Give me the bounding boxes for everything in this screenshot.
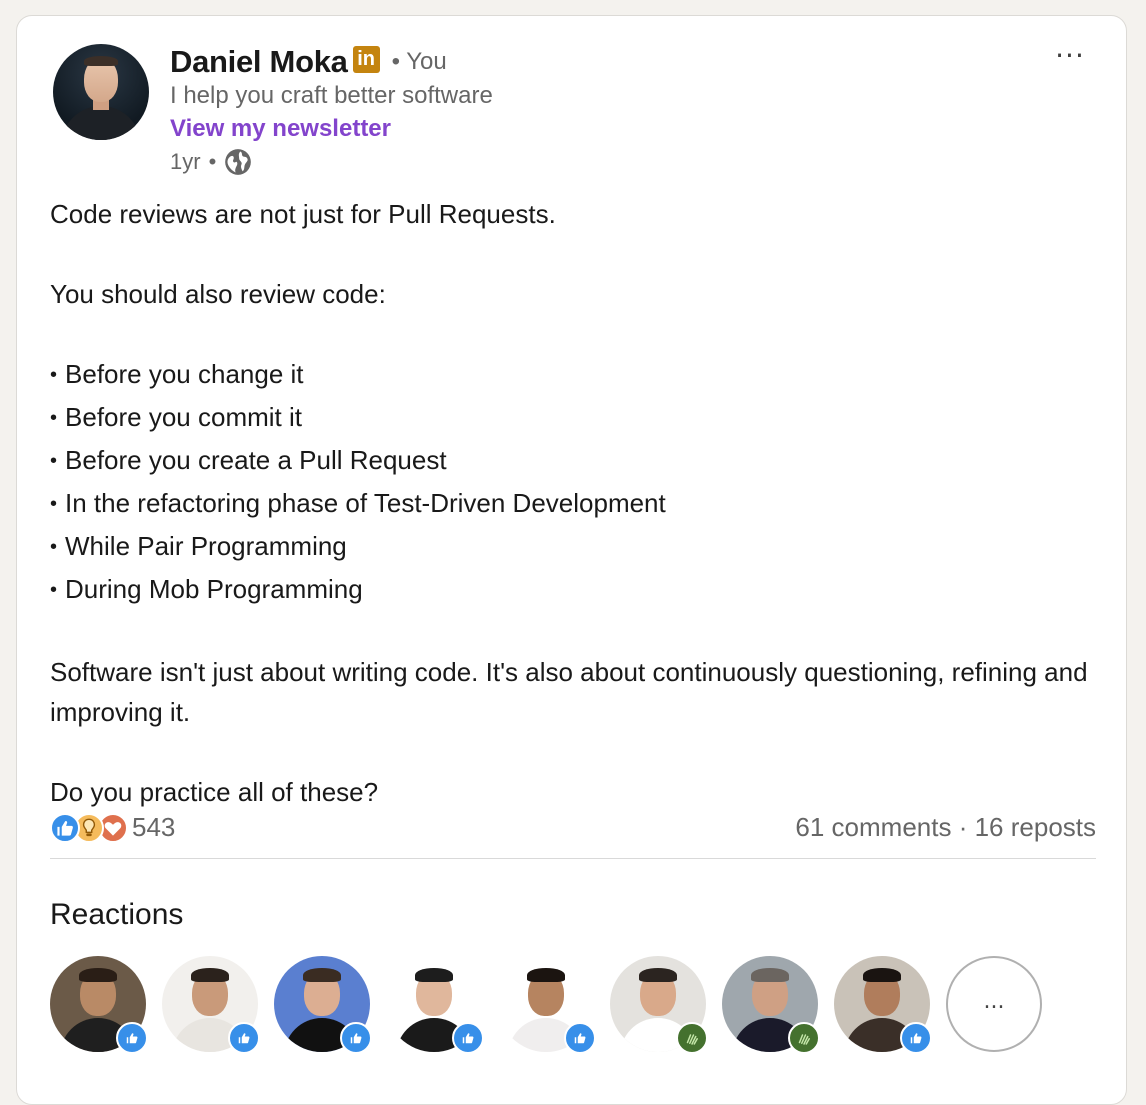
post-time: 1yr	[170, 149, 201, 174]
social-counts-bar: 543 61 comments · 16 reposts	[50, 808, 1096, 846]
list-item: Before you commit it	[50, 397, 1100, 440]
reactor-avatar[interactable]	[274, 956, 372, 1054]
like-badge-icon	[452, 1022, 484, 1054]
post-text: Code reviews are not just for Pull Reque…	[50, 194, 1100, 812]
comments-reposts: 61 comments · 16 reposts	[795, 812, 1096, 843]
reactor-avatar[interactable]	[386, 956, 484, 1054]
author-line: Daniel Moka in • You	[170, 42, 447, 82]
author-relation: • You	[391, 48, 447, 75]
list-item: Before you change it	[50, 354, 1100, 397]
social-separator: ·	[951, 811, 975, 842]
more-reactors-button[interactable]: ...	[946, 956, 1042, 1052]
post-bullet-list: Before you change it Before you commit i…	[50, 354, 1100, 612]
list-item: In the refactoring phase of Test-Driven …	[50, 483, 1100, 526]
comments-count-link[interactable]: 61 comments	[795, 812, 951, 842]
post-question: Do you practice all of these?	[50, 777, 379, 807]
reactions-count-button[interactable]: 543	[50, 812, 175, 843]
celebrate-badge-icon	[788, 1022, 820, 1054]
post-meta: 1yr •	[170, 148, 252, 176]
reactor-avatar[interactable]	[498, 956, 596, 1054]
divider	[50, 858, 1096, 859]
post-more-options-button[interactable]: ···	[1047, 38, 1093, 74]
list-item: During Mob Programming	[50, 569, 1100, 612]
like-icon	[50, 813, 80, 843]
view-newsletter-link[interactable]: View my newsletter	[170, 115, 391, 143]
post-intro: Code reviews are not just for Pull Reque…	[50, 199, 556, 229]
like-badge-icon	[564, 1022, 596, 1054]
author-avatar[interactable]	[53, 44, 149, 140]
post-conclusion: Software isn't just about writing code. …	[50, 657, 1088, 727]
linkedin-premium-icon: in	[352, 45, 380, 73]
list-item: Before you create a Pull Request	[50, 440, 1100, 483]
reactor-avatar[interactable]	[610, 956, 708, 1054]
reactor-avatar[interactable]	[162, 956, 260, 1054]
reactor-avatar[interactable]	[722, 956, 820, 1054]
list-item: While Pair Programming	[50, 526, 1100, 569]
post-card: Daniel Moka in • You I help you craft be…	[16, 15, 1127, 1105]
avatar-hair	[84, 56, 118, 66]
reactions-heading: Reactions	[50, 898, 184, 931]
globe-icon	[225, 149, 252, 175]
author-name[interactable]: Daniel Moka	[170, 44, 348, 80]
like-badge-icon	[900, 1022, 932, 1054]
celebrate-badge-icon	[676, 1022, 708, 1054]
reposts-count-link[interactable]: 16 reposts	[975, 812, 1096, 842]
author-headline: I help you craft better software	[170, 82, 493, 109]
like-badge-icon	[228, 1022, 260, 1054]
reactor-avatar[interactable]	[50, 956, 148, 1054]
reactor-avatar[interactable]	[834, 956, 932, 1054]
reaction-count: 543	[132, 811, 176, 842]
avatar-body	[61, 106, 141, 140]
like-badge-icon	[116, 1022, 148, 1054]
post-lead: You should also review code:	[50, 279, 386, 309]
reaction-icons	[50, 812, 132, 843]
meta-separator: •	[208, 149, 217, 174]
like-badge-icon	[340, 1022, 372, 1054]
